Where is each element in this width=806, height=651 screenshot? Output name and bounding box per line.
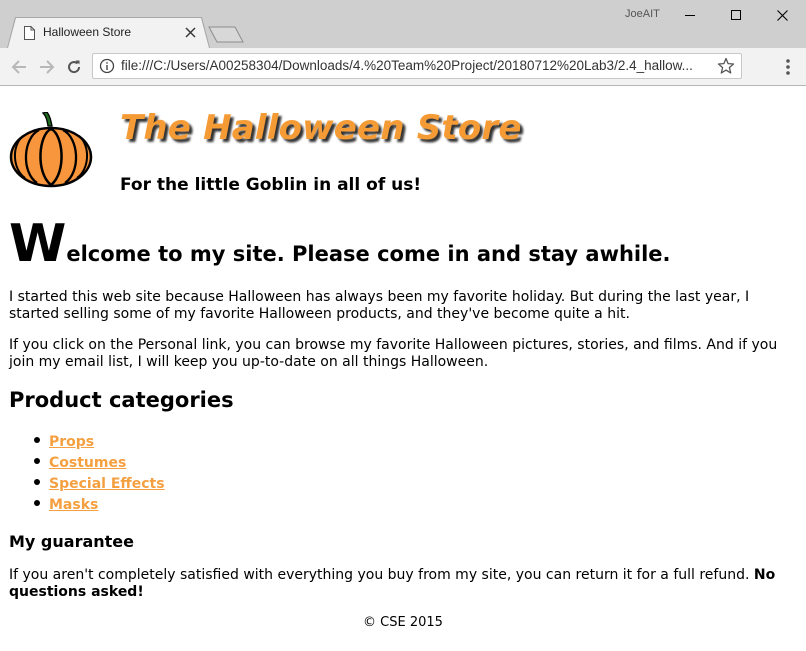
bookmark-star-icon[interactable] bbox=[717, 57, 735, 75]
welcome-text: elcome to my site. Please come in and st… bbox=[66, 242, 671, 266]
welcome-dropcap: W bbox=[9, 214, 67, 274]
intro-paragraph-1: I started this web site because Hallowee… bbox=[9, 289, 750, 322]
new-tab-button[interactable] bbox=[208, 26, 244, 43]
reload-button[interactable] bbox=[64, 57, 84, 77]
guarantee-paragraph: If you aren't completely satisfied with … bbox=[9, 567, 799, 601]
list-item: Props bbox=[34, 431, 165, 452]
minimize-button[interactable] bbox=[667, 0, 713, 30]
product-categories-heading: Product categories bbox=[9, 388, 234, 412]
title-bar: Halloween Store JoeAIT bbox=[0, 0, 806, 48]
footer-copyright: © CSE 2015 bbox=[363, 615, 443, 630]
page-icon bbox=[24, 26, 35, 40]
tab-title: Halloween Store bbox=[43, 25, 132, 39]
guarantee-heading: My guarantee bbox=[9, 532, 134, 551]
page-content: The Halloween Store For the little Gobli… bbox=[0, 86, 806, 651]
category-link-masks[interactable]: Masks bbox=[49, 497, 98, 513]
url-text[interactable]: file:///C:/Users/A00258304/Downloads/4.%… bbox=[121, 58, 711, 73]
list-item: Costumes bbox=[34, 452, 165, 473]
reload-icon bbox=[68, 60, 81, 74]
forward-arrow-icon bbox=[40, 60, 55, 74]
list-item: Special Effects bbox=[34, 473, 165, 494]
pumpkin-logo bbox=[9, 112, 93, 188]
category-link-special-effects[interactable]: Special Effects bbox=[49, 476, 165, 492]
category-list: Props Costumes Special Effects Masks bbox=[34, 431, 165, 515]
forward-button[interactable] bbox=[37, 57, 57, 77]
maximize-button[interactable] bbox=[713, 0, 759, 30]
guarantee-text: If you aren't completely satisfied with … bbox=[9, 567, 754, 583]
category-link-props[interactable]: Props bbox=[49, 434, 94, 450]
minimize-icon bbox=[685, 15, 695, 16]
close-tab-icon[interactable] bbox=[185, 27, 196, 38]
back-arrow-icon bbox=[11, 60, 26, 74]
maximize-icon bbox=[731, 10, 741, 20]
list-item: Masks bbox=[34, 494, 165, 515]
profile-name[interactable]: JoeAIT bbox=[625, 8, 660, 20]
info-icon[interactable] bbox=[99, 58, 115, 74]
back-button[interactable] bbox=[9, 57, 29, 77]
category-link-costumes[interactable]: Costumes bbox=[49, 455, 126, 471]
address-bar[interactable]: file:///C:/Users/A00258304/Downloads/4.%… bbox=[92, 53, 742, 79]
browser-tab[interactable]: Halloween Store bbox=[8, 18, 209, 48]
kebab-menu-icon[interactable] bbox=[780, 58, 796, 76]
browser-window: Halloween Store JoeAIT file:///C:/Users/… bbox=[0, 0, 806, 651]
intro-paragraph-2: If you click on the Personal link, you c… bbox=[9, 337, 778, 370]
close-icon bbox=[776, 9, 788, 21]
store-tagline: For the little Goblin in all of us! bbox=[120, 175, 422, 195]
welcome-heading: Welcome to my site. Please come in and s… bbox=[9, 218, 671, 270]
close-window-button[interactable] bbox=[759, 0, 805, 30]
browser-toolbar: file:///C:/Users/A00258304/Downloads/4.%… bbox=[0, 48, 806, 86]
store-title: The Halloween Store bbox=[120, 108, 522, 148]
